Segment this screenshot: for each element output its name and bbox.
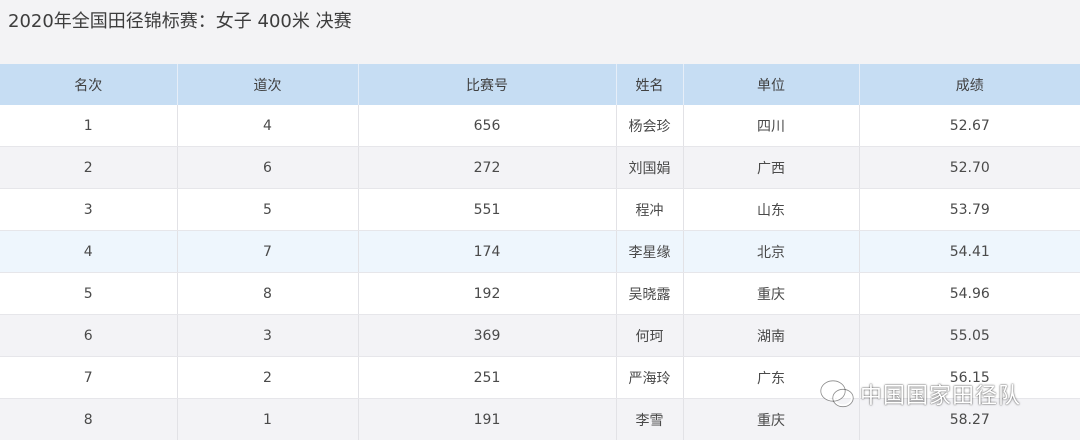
table-row: 5 8 192 吴晓露 重庆 54.96 (0, 272, 1080, 315)
cell-lane: 5 (177, 188, 359, 231)
cell-name: 何珂 (616, 314, 684, 357)
cell-team: 山东 (683, 188, 860, 231)
header-row: 名次 道次 比赛号 姓名 单位 成绩 (0, 64, 1080, 105)
table-row: 6 3 369 何珂 湖南 55.05 (0, 314, 1080, 357)
table-row: 3 5 551 程冲 山东 53.79 (0, 188, 1080, 231)
table-row-highlighted: 4 7 174 李星缘 北京 54.41 (0, 230, 1080, 273)
cell-team: 重庆 (683, 272, 860, 315)
cell-rank: 7 (0, 356, 178, 399)
table-header: 名次 道次 比赛号 姓名 单位 成绩 (0, 64, 1080, 105)
header-result: 成绩 (859, 64, 1080, 105)
cell-rank: 1 (0, 105, 178, 147)
cell-name: 李雪 (616, 398, 684, 440)
cell-rank: 4 (0, 230, 178, 273)
cell-result: 55.05 (859, 314, 1080, 357)
cell-team: 北京 (683, 230, 860, 273)
cell-bib: 191 (358, 398, 617, 440)
header-bib: 比赛号 (358, 64, 617, 105)
cell-bib: 656 (358, 105, 617, 147)
cell-result: 54.41 (859, 230, 1080, 273)
cell-name: 吴晓露 (616, 272, 684, 315)
cell-name: 杨会珍 (616, 105, 684, 147)
cell-bib: 551 (358, 188, 617, 231)
cell-name: 李星缘 (616, 230, 684, 273)
page: 2020年全国田径锦标赛：女子 400米 决赛 名次 道次 比赛号 姓名 单位 … (0, 0, 1080, 440)
cell-name: 严海玲 (616, 356, 684, 399)
cell-bib: 272 (358, 146, 617, 189)
header-lane: 道次 (177, 64, 359, 105)
cell-lane: 6 (177, 146, 359, 189)
wechat-icon (820, 380, 854, 408)
cell-rank: 2 (0, 146, 178, 189)
header-name: 姓名 (616, 64, 684, 105)
cell-team: 四川 (683, 105, 860, 147)
cell-team: 广西 (683, 146, 860, 189)
cell-bib: 369 (358, 314, 617, 357)
cell-rank: 5 (0, 272, 178, 315)
page-title: 2020年全国田径锦标赛：女子 400米 决赛 (8, 11, 352, 32)
cell-rank: 6 (0, 314, 178, 357)
table-row: 2 6 272 刘国娟 广西 52.70 (0, 146, 1080, 189)
header-rank: 名次 (0, 64, 178, 105)
cell-name: 程冲 (616, 188, 684, 231)
cell-bib: 174 (358, 230, 617, 273)
cell-name: 刘国娟 (616, 146, 684, 189)
table-row: 1 4 656 杨会珍 四川 52.67 (0, 105, 1080, 147)
cell-rank: 8 (0, 398, 178, 440)
cell-bib: 192 (358, 272, 617, 315)
cell-bib: 251 (358, 356, 617, 399)
cell-result: 52.70 (859, 146, 1080, 189)
cell-lane: 1 (177, 398, 359, 440)
cell-lane: 8 (177, 272, 359, 315)
cell-result: 54.96 (859, 272, 1080, 315)
header-team: 单位 (683, 64, 860, 105)
cell-lane: 2 (177, 356, 359, 399)
cell-lane: 3 (177, 314, 359, 357)
cell-rank: 3 (0, 188, 178, 231)
cell-team: 湖南 (683, 314, 860, 357)
cell-lane: 4 (177, 105, 359, 147)
cell-result: 53.79 (859, 188, 1080, 231)
watermark-text: 中国国家田径队 (860, 384, 1022, 409)
cell-lane: 7 (177, 230, 359, 273)
cell-result: 52.67 (859, 105, 1080, 147)
watermark: 中国国家田径队 (820, 374, 1021, 414)
